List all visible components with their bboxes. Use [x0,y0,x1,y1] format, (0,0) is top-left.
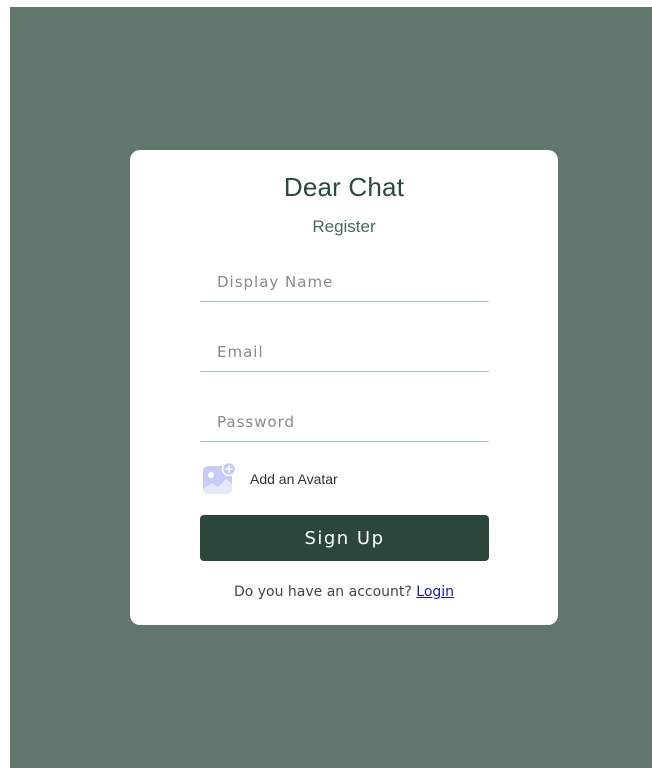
page-background: Dear Chat Register Add an Avatar Sign Up [10,7,652,768]
password-input[interactable] [200,402,489,442]
login-link[interactable]: Login [416,584,454,600]
add-avatar-button[interactable]: Add an Avatar [202,462,338,496]
sign-up-button[interactable]: Sign Up [200,515,489,561]
email-input[interactable] [200,332,489,372]
display-name-input[interactable] [200,262,489,302]
app-logo: Dear Chat [283,172,405,202]
add-image-icon [203,462,236,494]
login-prompt: Do you have an account? Login [130,584,558,600]
register-card: Dear Chat Register Add an Avatar Sign Up [130,150,558,625]
form-title: Register [312,217,376,236]
add-avatar-label: Add an Avatar [250,471,338,487]
login-prompt-text: Do you have an account? [233,584,417,600]
